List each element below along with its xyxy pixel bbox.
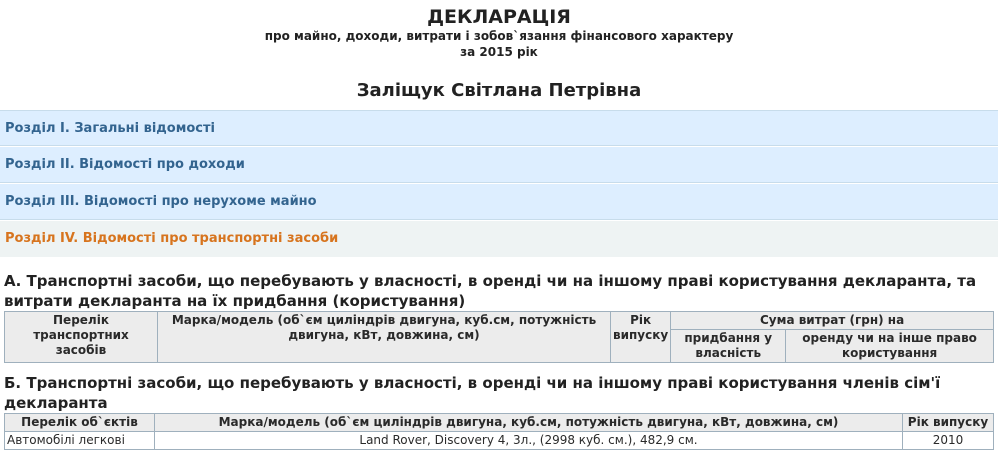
col-model: Марка/модель (об`єм циліндрів двигуна, к… (157, 311, 611, 363)
document-subtitle: про майно, доходи, витрати і зобов`язанн… (264, 29, 734, 43)
vehicle-model: Land Rover, Discovery 4, 3л., (2998 куб.… (154, 431, 903, 450)
declaration-header: ДЕКЛАРАЦІЯ про майно, доходи, витрати і … (0, 0, 998, 102)
section-real-estate[interactable]: Розділ III. Відомості про нерухоме майно (0, 184, 998, 220)
part-b-table: Перелік об`єктів Марка/модель (об`єм цил… (4, 413, 994, 450)
col-year: Рік випуску (609, 311, 672, 363)
section-general[interactable]: Розділ I. Загальні відомості (0, 110, 998, 146)
vehicle-type: Автомобілі легкові (4, 431, 155, 450)
sections-list: Розділ I. Загальні відомості Розділ II. … (0, 110, 998, 257)
section-vehicles[interactable]: Розділ IV. Відомості про транспортні зас… (0, 221, 998, 257)
table-row: Автомобілі легкові Land Rover, Discovery… (4, 431, 994, 450)
col-vehicle-list: Перелік транспортних засобів (4, 311, 158, 363)
part-a-heading: А. Транспортні засоби, що перебувають у … (4, 272, 977, 310)
col-expenses: Сума витрат (грн) на (670, 311, 994, 330)
part-b-heading: Б. Транспортні засоби, що перебувають у … (4, 374, 941, 412)
col-purchase: придбання у власність (670, 329, 787, 363)
vehicle-year: 2010 (902, 431, 994, 450)
section-income[interactable]: Розділ II. Відомості про доходи (0, 147, 998, 183)
document-year: за 2015 рік (460, 45, 538, 59)
declarant-name: Заліщук Світлана Петрівна (356, 80, 642, 101)
part-a-table: Перелік транспортних засобів Марка/модел… (4, 311, 994, 363)
col-rent: оренду чи на інше право користування (785, 329, 994, 363)
col-model: Марка/модель (об`єм циліндрів двигуна, к… (154, 413, 903, 432)
document-title: ДЕКЛАРАЦІЯ (427, 6, 571, 28)
col-objects: Перелік об`єктів (4, 413, 155, 432)
col-year: Рік випуску (902, 413, 994, 432)
